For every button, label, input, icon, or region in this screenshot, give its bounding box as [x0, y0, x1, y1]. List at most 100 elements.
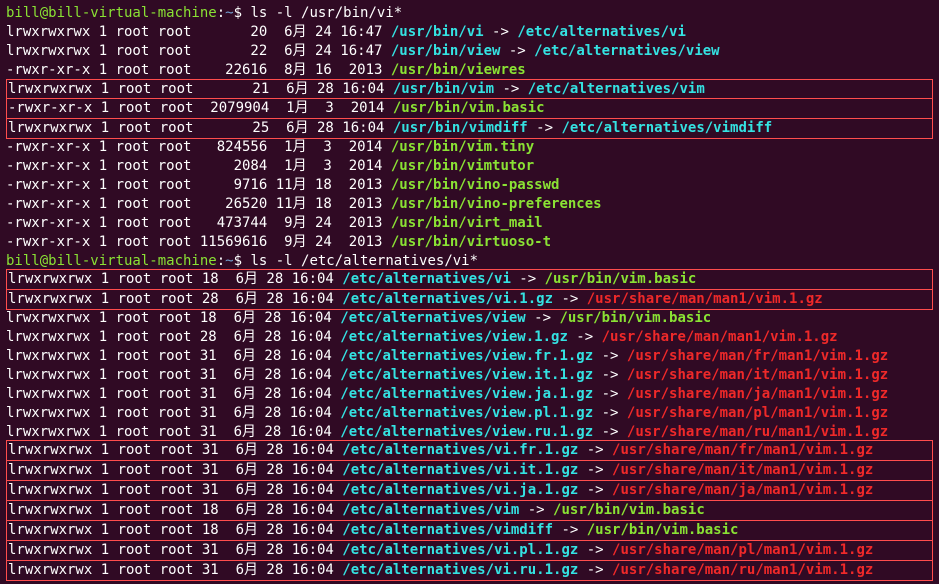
- symlink-arrow: ->: [593, 386, 627, 402]
- prompt-sep: :: [217, 5, 225, 21]
- file-meta: -rwxr-xr-x 1 root root 9716 11月 18 2013: [6, 177, 391, 193]
- prompt-line: bill@bill-virtual-machine:~$ ls -l /etc/…: [6, 252, 933, 271]
- ls-row: lrwxrwxrwx 1 root root 21 6月 28 16:04 /u…: [6, 79, 933, 100]
- file-meta: -rwxr-xr-x 1 root root 2079904 1月 3 2014: [8, 100, 393, 116]
- file-path: /etc/alternatives/view.pl.1.gz: [340, 405, 593, 421]
- command-text: ls -l /etc/alternatives/vi*: [250, 253, 478, 269]
- file-path: /etc/alternatives/view.it.1.gz: [340, 367, 593, 383]
- file-path: /etc/alternatives/vi.1.gz: [342, 291, 553, 307]
- ls-row: lrwxrwxrwx 1 root root 31 6月 28 16:04 /e…: [6, 440, 933, 461]
- file-meta: lrwxrwxrwx 1 root root 18 6月 28 16:04: [8, 271, 342, 287]
- file-path: /etc/alternatives/view.ja.1.gz: [340, 386, 593, 402]
- ls-row: -rwxr-xr-x 1 root root 473744 9月 24 2013…: [6, 214, 933, 233]
- file-path: /etc/alternatives/vim: [342, 502, 519, 518]
- file-path: /etc/alternatives/view.1.gz: [340, 329, 568, 345]
- ls-row: lrwxrwxrwx 1 root root 28 6月 28 16:04 /e…: [6, 289, 933, 310]
- symlink-target: /etc/alternatives/vim: [528, 81, 705, 97]
- file-meta: lrwxrwxrwx 1 root root 31 6月 28 16:04: [8, 562, 342, 578]
- ls-row: lrwxrwxrwx 1 root root 31 6月 28 16:04 /e…: [6, 347, 933, 366]
- symlink-target: /usr/share/man/ja/man1/vim.1.gz: [627, 386, 888, 402]
- ls-row: lrwxrwxrwx 1 root root 31 6月 28 16:04 /e…: [6, 480, 933, 501]
- file-meta: lrwxrwxrwx 1 root root 31 6月 28 16:04: [8, 542, 342, 558]
- symlink-target: /usr/share/man/ru/man1/vim.1.gz: [612, 562, 873, 578]
- symlink-arrow: ->: [593, 348, 627, 364]
- symlink-arrow: ->: [500, 43, 534, 59]
- file-path: /usr/bin/vino-preferences: [391, 196, 602, 212]
- symlink-target: /etc/alternatives/view: [534, 43, 719, 59]
- file-path: /usr/bin/viewres: [391, 62, 526, 78]
- file-meta: lrwxrwxrwx 1 root root 18 6月 28 16:04: [8, 502, 342, 518]
- prompt-sep: :: [217, 253, 225, 269]
- file-meta: lrwxrwxrwx 1 root root 31 6月 28 16:04: [6, 386, 340, 402]
- ls-row: -rwxr-xr-x 1 root root 26520 11月 18 2013…: [6, 195, 933, 214]
- symlink-arrow: ->: [526, 310, 560, 326]
- symlink-arrow: ->: [484, 24, 518, 40]
- prompt-user: bill@bill-virtual-machine: [6, 253, 217, 269]
- file-meta: -rwxr-xr-x 1 root root 11569616 9月 24 20…: [6, 234, 391, 250]
- symlink-target: /usr/share/man/it/man1/vim.1.gz: [612, 462, 873, 478]
- file-meta: lrwxrwxrwx 1 root root 25 6月 28 16:04: [8, 120, 393, 136]
- ls-row: lrwxrwxrwx 1 root root 25 6月 28 16:04 /u…: [6, 118, 933, 139]
- symlink-target: /etc/alternatives/vimdiff: [561, 120, 772, 136]
- file-path: /etc/alternatives/view.ru.1.gz: [340, 424, 593, 440]
- ls-row: lrwxrwxrwx 1 root root 20 6月 24 16:47 /u…: [6, 23, 933, 42]
- file-meta: lrwxrwxrwx 1 root root 20 6月 24 16:47: [6, 24, 391, 40]
- file-meta: -rwxr-xr-x 1 root root 26520 11月 18 2013: [6, 196, 391, 212]
- file-path: /usr/bin/virtuoso-t: [391, 234, 551, 250]
- file-path: /usr/bin/view: [391, 43, 501, 59]
- symlink-target: /usr/share/man/ru/man1/vim.1.gz: [627, 424, 888, 440]
- ls-row: lrwxrwxrwx 1 root root 31 6月 28 16:04 /e…: [6, 560, 933, 581]
- file-path: /usr/bin/vino-passwd: [391, 177, 560, 193]
- ls-row: lrwxrwxrwx 1 root root 31 6月 28 16:04 /e…: [6, 540, 933, 561]
- symlink-arrow: ->: [578, 462, 612, 478]
- file-meta: -rwxr-xr-x 1 root root 824556 1月 3 2014: [6, 139, 391, 155]
- file-meta: lrwxrwxrwx 1 root root 28 6月 28 16:04: [6, 329, 340, 345]
- symlink-target: /usr/bin/vim.basic: [559, 310, 711, 326]
- ls-row: lrwxrwxrwx 1 root root 18 6月 28 16:04 /e…: [6, 500, 933, 521]
- file-meta: -rwxr-xr-x 1 root root 473744 9月 24 2013: [6, 215, 391, 231]
- file-path: /usr/bin/vim: [393, 81, 494, 97]
- ls-row: -rwxr-xr-x 1 root root 11569616 9月 24 20…: [6, 233, 933, 252]
- symlink-target: /usr/share/man/pl/man1/vim.1.gz: [612, 542, 873, 558]
- symlink-arrow: ->: [578, 542, 612, 558]
- file-meta: lrwxrwxrwx 1 root root 31 6月 28 16:04: [6, 348, 340, 364]
- prompt-dollar: $: [234, 5, 251, 21]
- file-path: /etc/alternatives/vi: [342, 271, 511, 287]
- ls-row: lrwxrwxrwx 1 root root 18 6月 28 16:04 /e…: [6, 269, 933, 290]
- symlink-target: /usr/share/man/fr/man1/vim.1.gz: [627, 348, 888, 364]
- command-text: ls -l /usr/bin/vi*: [250, 5, 402, 21]
- symlink-arrow: ->: [519, 502, 553, 518]
- file-meta: lrwxrwxrwx 1 root root 31 6月 28 16:04: [8, 462, 342, 478]
- symlink-target: /usr/bin/vim.basic: [587, 522, 739, 538]
- symlink-target: /usr/share/man/man1/vim.1.gz: [587, 291, 823, 307]
- prompt-path: ~: [225, 5, 233, 21]
- terminal-output[interactable]: bill@bill-virtual-machine:~$ ls -l /usr/…: [6, 4, 933, 581]
- ls-row: lrwxrwxrwx 1 root root 28 6月 28 16:04 /e…: [6, 328, 933, 347]
- symlink-arrow: ->: [568, 329, 602, 345]
- ls-row: lrwxrwxrwx 1 root root 31 6月 28 16:04 /e…: [6, 404, 933, 423]
- file-path: /etc/alternatives/vimdiff: [342, 522, 553, 538]
- file-path: /usr/bin/vimdiff: [393, 120, 528, 136]
- symlink-target: /usr/bin/vim.basic: [545, 271, 697, 287]
- symlink-arrow: ->: [593, 405, 627, 421]
- prompt-dollar: $: [234, 253, 251, 269]
- file-path: /etc/alternatives/vi.it.1.gz: [342, 462, 578, 478]
- symlink-target: /usr/share/man/ja/man1/vim.1.gz: [612, 482, 873, 498]
- ls-row: lrwxrwxrwx 1 root root 18 6月 28 16:04 /e…: [6, 309, 933, 328]
- file-meta: lrwxrwxrwx 1 root root 18 6月 28 16:04: [8, 522, 342, 538]
- file-meta: lrwxrwxrwx 1 root root 31 6月 28 16:04: [6, 424, 340, 440]
- symlink-target: /usr/share/man/fr/man1/vim.1.gz: [612, 442, 873, 458]
- file-meta: -rwxr-xr-x 1 root root 22616 8月 16 2013: [6, 62, 391, 78]
- file-path: /usr/bin/vim.basic: [393, 100, 545, 116]
- file-path: /usr/bin/vim.tiny: [391, 139, 534, 155]
- symlink-target: /usr/share/man/man1/vim.1.gz: [602, 329, 838, 345]
- ls-row: -rwxr-xr-x 1 root root 9716 11月 18 2013 …: [6, 176, 933, 195]
- ls-row: -rwxr-xr-x 1 root root 2079904 1月 3 2014…: [6, 98, 933, 119]
- ls-row: lrwxrwxrwx 1 root root 31 6月 28 16:04 /e…: [6, 385, 933, 404]
- file-path: /etc/alternatives/vi.pl.1.gz: [342, 542, 578, 558]
- symlink-target: /etc/alternatives/vi: [517, 24, 686, 40]
- ls-row: -rwxr-xr-x 1 root root 2084 1月 3 2014 /u…: [6, 157, 933, 176]
- file-meta: lrwxrwxrwx 1 root root 22 6月 24 16:47: [6, 43, 391, 59]
- file-meta: lrwxrwxrwx 1 root root 21 6月 28 16:04: [8, 81, 393, 97]
- file-path: /usr/bin/vimtutor: [391, 158, 534, 174]
